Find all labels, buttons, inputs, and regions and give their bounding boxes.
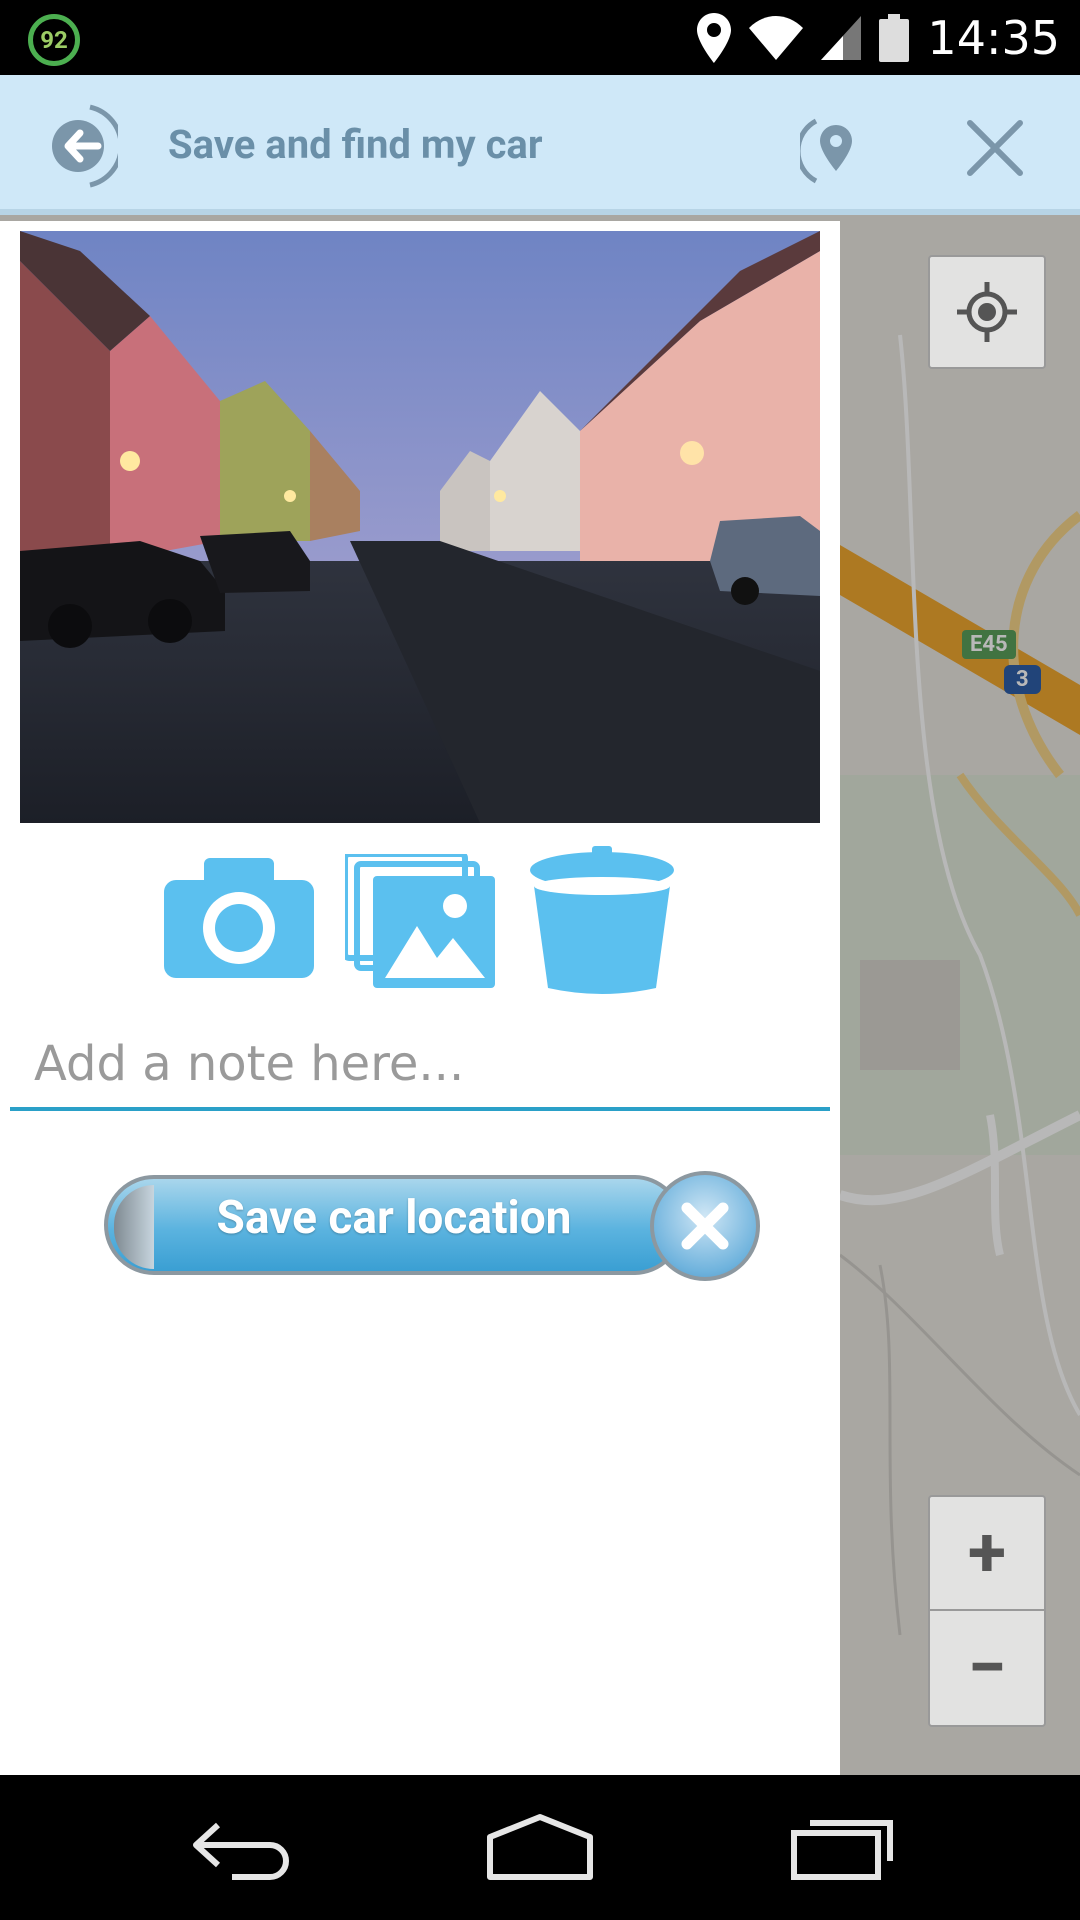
- zoom-in-button[interactable]: +: [930, 1497, 1044, 1611]
- trash-icon[interactable]: [528, 846, 676, 996]
- recents-nav-icon[interactable]: [790, 1811, 896, 1881]
- navigation-bar: [0, 1775, 1080, 1920]
- close-icon[interactable]: [962, 115, 1028, 181]
- map-pin-icon[interactable]: [800, 115, 860, 185]
- camera-icon[interactable]: [164, 858, 314, 978]
- signal-icon: [821, 16, 862, 60]
- save-car-panel: Save car location: [0, 221, 840, 1775]
- wifi-icon: [749, 16, 804, 60]
- save-button-label: Save car location: [216, 1191, 572, 1245]
- gallery-icon[interactable]: [345, 854, 497, 990]
- zoom-out-button[interactable]: −: [930, 1611, 1044, 1725]
- back-nav-icon[interactable]: [188, 1811, 292, 1881]
- photo-actions: [160, 846, 680, 996]
- car-photo[interactable]: [20, 231, 820, 823]
- note-input[interactable]: [10, 1021, 830, 1111]
- notification-badge: 92: [28, 14, 80, 66]
- home-nav-icon[interactable]: [484, 1811, 596, 1881]
- back-icon[interactable]: [48, 103, 118, 189]
- save-car-location-button[interactable]: Save car location: [104, 1171, 764, 1281]
- status-bar: 92 14:35: [0, 0, 1080, 75]
- status-icons: 14:35: [697, 8, 1060, 68]
- page-title: Save and find my car: [168, 121, 543, 168]
- battery-icon: [879, 14, 910, 62]
- cancel-button[interactable]: [650, 1171, 760, 1281]
- crosshair-icon: [957, 282, 1017, 342]
- location-icon: [697, 13, 732, 63]
- close-x-icon: [681, 1202, 729, 1250]
- zoom-controls: + −: [928, 1495, 1046, 1727]
- action-bar: Save and find my car: [0, 75, 1080, 215]
- clock: 14:35: [927, 11, 1060, 65]
- street-photo-image: [20, 231, 820, 823]
- my-location-button[interactable]: [928, 255, 1046, 369]
